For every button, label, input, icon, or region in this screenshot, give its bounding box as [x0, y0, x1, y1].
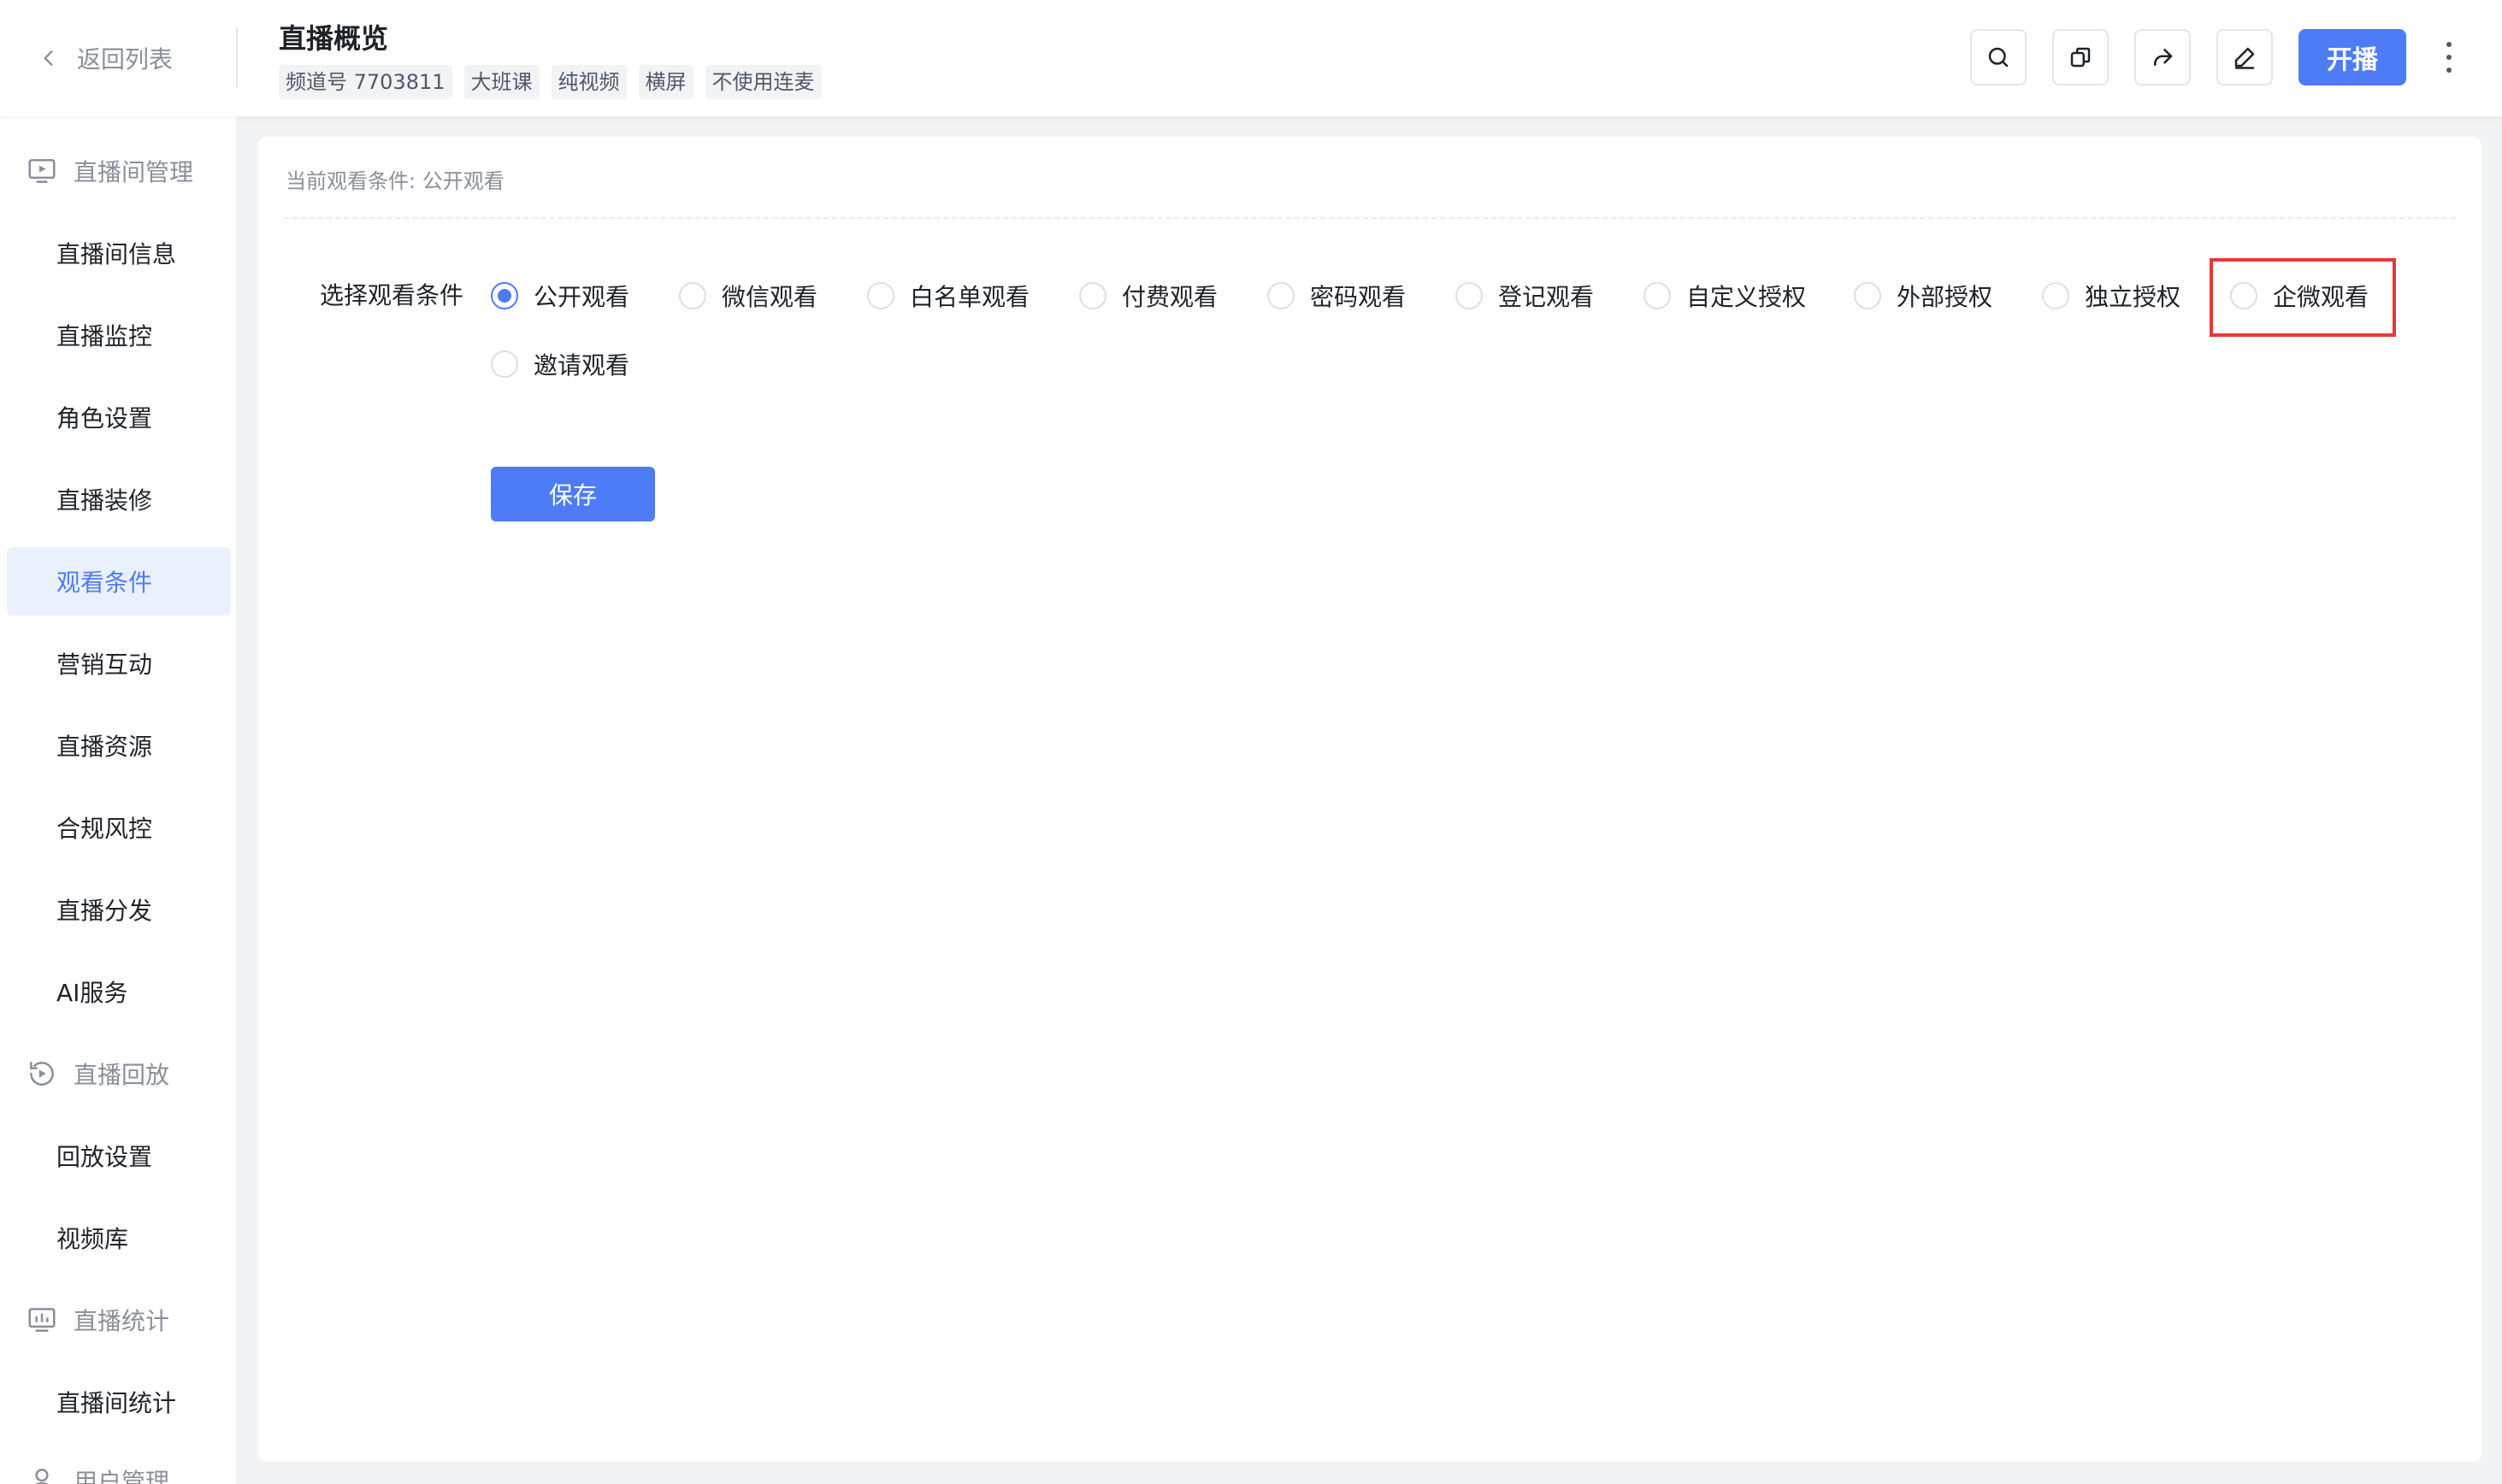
header-toolbar: 开播 [1970, 29, 2458, 85]
radio-public[interactable]: 公开观看 [491, 279, 629, 313]
save-button[interactable]: 保存 [491, 467, 655, 521]
radio-whitelist[interactable]: 白名单观看 [867, 279, 1030, 313]
sidebar-item-marketing[interactable]: 营销互动 [7, 629, 231, 698]
replay-icon [30, 1062, 54, 1086]
radio-unchecked-icon [679, 282, 706, 309]
radio-unchecked-icon [1455, 282, 1483, 309]
sidebar-item-video-library[interactable]: 视频库 [7, 1204, 231, 1272]
radio-label: 公开观看 [534, 283, 630, 311]
nav-group-live-room: 直播间管理 [26, 145, 193, 197]
share-icon [2154, 49, 2173, 66]
page-title: 直播概览 [279, 22, 389, 55]
edit-icon [2234, 47, 2255, 69]
search-button[interactable] [1970, 29, 2027, 85]
chevron-left-icon [44, 50, 53, 66]
share-button[interactable] [2134, 29, 2191, 85]
sidebar-item-watch-conditions[interactable]: 观看条件 [7, 547, 231, 615]
radio-unchecked-icon [1643, 282, 1671, 309]
nav-group-label: 直播间管理 [74, 158, 194, 186]
channel-id-tag: 频道号 7703811 [279, 65, 452, 99]
class-type-tag: 大班课 [463, 65, 540, 99]
radio-wecom[interactable]: 企微观看 [2230, 279, 2369, 313]
sidebar-item-replay-settings[interactable]: 回放设置 [7, 1122, 231, 1190]
radio-wechat[interactable]: 微信观看 [679, 279, 817, 313]
stats-icon [28, 1308, 56, 1332]
nav-group-label: 直播统计 [74, 1307, 170, 1335]
radio-custom-auth[interactable]: 自定义授权 [1643, 279, 1806, 313]
more-dot-icon [2446, 42, 2452, 47]
sidebar-nav: 直播间管理 直播间信息 直播监控 角色设置 直播装修 观看条件 营销互动 直播资… [0, 116, 236, 1484]
sidebar-item-room-info[interactable]: 直播间信息 [7, 219, 231, 287]
nav-group-label: 直播回放 [74, 1061, 170, 1089]
media-type-tag: 纯视频 [551, 65, 627, 99]
condition-form-label: 选择观看条件 [320, 281, 464, 309]
nav-group-users: 用户管理 [26, 1455, 169, 1484]
radio-unchecked-icon [2042, 282, 2069, 309]
radio-label: 白名单观看 [910, 283, 1030, 311]
sidebar-item-roles[interactable]: 角色设置 [7, 383, 231, 451]
header-divider [236, 27, 238, 87]
channel-tags: 频道号 7703811 大班课 纯视频 横屏 不使用连麦 [279, 65, 822, 99]
sidebar-item-room-stats[interactable]: 直播间统计 [7, 1368, 231, 1436]
nav-group-replay: 直播回放 [26, 1048, 169, 1099]
radio-unchecked-icon [1854, 282, 1881, 309]
radio-paid[interactable]: 付费观看 [1079, 279, 1218, 313]
radio-label: 密码观看 [1310, 283, 1407, 311]
sidebar-item-ai-service[interactable]: AI服务 [7, 957, 231, 1026]
live-room-icon [28, 159, 56, 183]
user-icon [35, 1469, 49, 1484]
radio-unchecked-icon [1079, 282, 1106, 309]
radio-unchecked-icon [491, 350, 518, 378]
back-to-list-link[interactable]: 返回列表 [38, 38, 173, 79]
sidebar-item-compliance[interactable]: 合规风控 [7, 793, 231, 862]
radio-label: 独立授权 [2085, 283, 2181, 311]
radio-unchecked-icon [2230, 282, 2257, 309]
radio-label: 企微观看 [2273, 283, 2369, 311]
radio-checked-icon [491, 282, 518, 309]
radio-independent-auth[interactable]: 独立授权 [2042, 279, 2180, 313]
orientation-tag: 横屏 [638, 65, 693, 99]
radio-label: 外部授权 [1897, 283, 1993, 311]
panel-divider [284, 217, 2456, 219]
more-dot-icon [2446, 55, 2452, 60]
copy-button[interactable] [2052, 29, 2109, 85]
radio-password[interactable]: 密码观看 [1267, 279, 1406, 313]
radio-label: 登记观看 [1498, 283, 1595, 311]
radio-label: 付费观看 [1122, 283, 1219, 311]
radio-unchecked-icon [1267, 282, 1295, 309]
radio-external-auth[interactable]: 外部授权 [1854, 279, 1992, 313]
start-live-button[interactable]: 开播 [2298, 29, 2406, 85]
watch-condition-panel: 当前观看条件: 公开观看 选择观看条件 公开观看 微信观看 白名单观看 付费观看… [258, 137, 2481, 1462]
sidebar-item-resources[interactable]: 直播资源 [7, 711, 231, 780]
nav-group-stats: 直播统计 [26, 1294, 169, 1346]
more-options-button[interactable] [2440, 40, 2458, 74]
more-dot-icon [2446, 68, 2452, 73]
radio-invite[interactable]: 邀请观看 [491, 347, 629, 381]
current-condition-text: 当前观看条件: 公开观看 [286, 169, 505, 193]
mic-mode-tag: 不使用连麦 [705, 65, 822, 99]
nav-group-label: 用户管理 [74, 1468, 170, 1484]
sidebar-item-decoration[interactable]: 直播装修 [7, 465, 231, 533]
radio-label: 自定义授权 [1686, 283, 1807, 311]
back-label: 返回列表 [77, 45, 174, 74]
sidebar-item-monitor[interactable]: 直播监控 [7, 301, 231, 369]
search-icon [1988, 47, 2009, 68]
copy-icon [2070, 47, 2091, 68]
sidebar-item-distribution[interactable]: 直播分发 [7, 875, 231, 944]
radio-unchecked-icon [867, 282, 894, 309]
radio-label: 邀请观看 [534, 351, 630, 380]
radio-registration[interactable]: 登记观看 [1455, 279, 1594, 313]
radio-label: 微信观看 [722, 283, 818, 311]
edit-button[interactable] [2216, 29, 2273, 85]
top-header: 返回列表 直播概览 频道号 7703811 大班课 纯视频 横屏 不使用连麦 开… [0, 0, 2502, 116]
